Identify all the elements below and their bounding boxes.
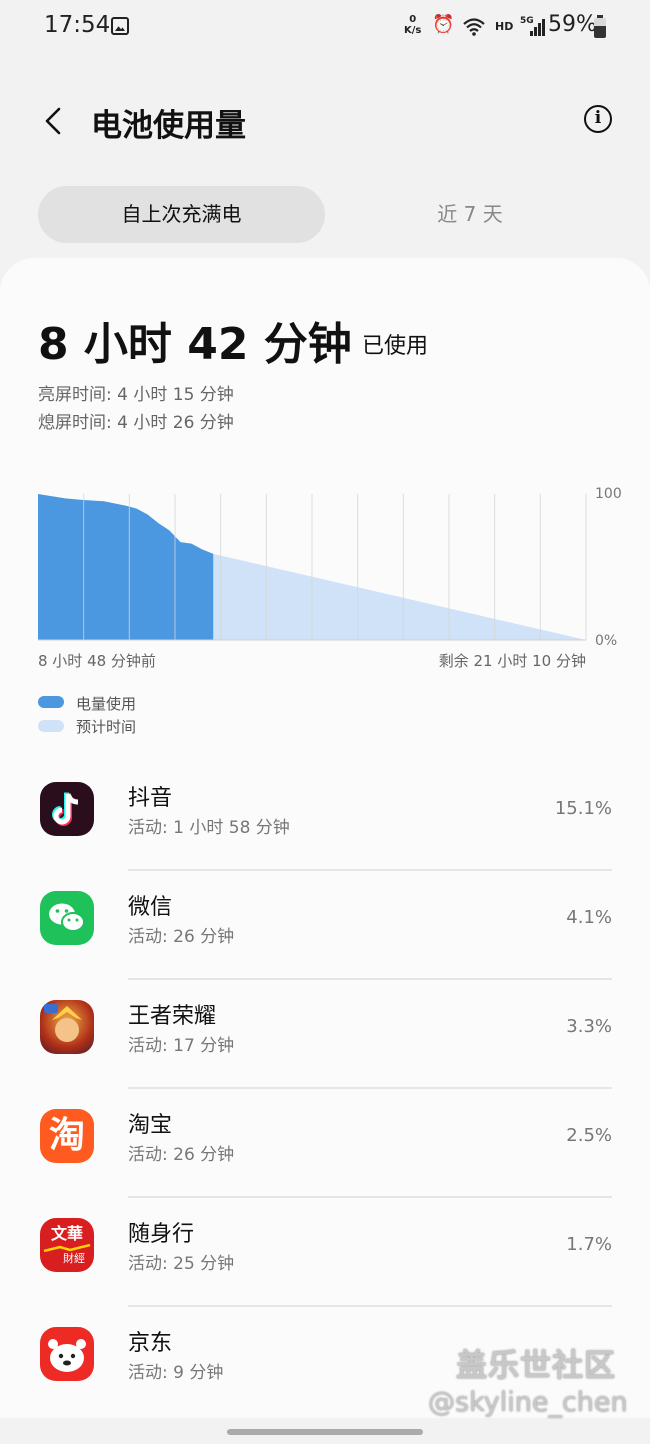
tab-since-full-charge[interactable]: 自上次充满电: [38, 186, 325, 243]
screen-on-time: 亮屏时间: 4 小时 15 分钟: [38, 380, 234, 405]
app-activity: 活动: 1 小时 58 分钟: [128, 818, 290, 838]
hd-voice-indicator: HD: [495, 20, 514, 33]
screen-off-label: 熄屏时间:: [38, 413, 112, 433]
app-row-honor-of-kings[interactable]: 王者荣耀 活动: 17 分钟 3.3%: [0, 980, 650, 1089]
status-time: 17:54: [44, 12, 111, 38]
chart-x-label-start: 8 小时 48 分钟前: [38, 652, 156, 670]
app-name: 微信: [128, 895, 173, 920]
app-row-suishenxing[interactable]: 文華 財經 随身行 活动: 25 分钟 1.7%: [0, 1198, 650, 1307]
tab-last-7-days[interactable]: 近 7 天: [370, 186, 570, 243]
legend-swatch-estimate: [38, 720, 64, 732]
chevron-left-icon: [45, 107, 61, 135]
gallery-notification-icon: [111, 17, 129, 35]
app-percent: 4.1%: [566, 907, 612, 928]
app-percent: 1.7%: [566, 1234, 612, 1255]
screen-off-time: 熄屏时间: 4 小时 26 分钟: [38, 408, 234, 433]
taobao-icon-glyph: 淘: [48, 1115, 85, 1156]
app-name: 随身行: [128, 1222, 195, 1247]
watermark-brand: 盖乐世社区: [456, 1348, 616, 1384]
screen-off-value: 4 小时 26 分钟: [117, 413, 234, 433]
app-activity: 活动: 9 分钟: [128, 1363, 224, 1383]
app-row-wechat[interactable]: 微信 活动: 26 分钟 4.1%: [0, 871, 650, 980]
app-name: 王者荣耀: [128, 1004, 217, 1029]
battery-percent: 59%: [548, 12, 597, 37]
info-button[interactable]: i: [584, 105, 612, 133]
screen-on-value: 4 小时 15 分钟: [117, 385, 234, 405]
chart-y-label-top: 100: [595, 486, 622, 502]
legend-label-estimate: 预计时间: [76, 718, 137, 736]
network-speed: 0 K/s: [404, 14, 421, 36]
used-suffix: 已使用: [362, 334, 429, 359]
wechat-icon: [40, 891, 94, 945]
wenhua-icon: 文華 財經: [40, 1218, 94, 1272]
legend-swatch-usage: [38, 696, 64, 708]
battery-chart: 100 0% 8 小时 48 分钟前 剩余 21 小时 10 分钟: [38, 486, 622, 670]
chart-series-0: [38, 494, 214, 640]
chart-x-label-end: 剩余 21 小时 10 分钟: [439, 652, 586, 670]
gesture-handle[interactable]: [227, 1429, 423, 1435]
app-activity: 活动: 26 分钟: [128, 927, 235, 947]
app-name: 抖音: [128, 786, 173, 811]
app-activity: 活动: 26 分钟: [128, 1145, 235, 1165]
app-name: 淘宝: [128, 1113, 173, 1138]
taobao-icon: 淘: [40, 1109, 94, 1163]
app-row-douyin[interactable]: 抖音 活动: 1 小时 58 分钟 15.1%: [0, 762, 650, 871]
douyin-icon: [40, 782, 94, 836]
info-icon: i: [594, 108, 602, 128]
app-percent: 2.5%: [566, 1125, 612, 1146]
status-bar: 17:54 0 K/s ⏰ HD 5G 59%: [0, 0, 650, 52]
wenhua-icon-bottom: 財經: [63, 1252, 85, 1265]
battery-icon: [594, 15, 606, 38]
jd-icon: [40, 1327, 94, 1381]
app-percent: 15.1%: [554, 798, 612, 819]
chart-series-1: [213, 553, 587, 640]
app-percent: 3.3%: [566, 1016, 612, 1037]
wifi-icon: [463, 18, 485, 36]
watermark-user: @skyline_chen: [428, 1387, 628, 1418]
network-speed-unit: K/s: [404, 25, 422, 36]
honor-of-kings-icon: [40, 1000, 94, 1054]
page-title: 电池使用量: [91, 108, 246, 144]
alarm-icon: ⏰: [432, 14, 455, 35]
chart-y-label-bottom: 0%: [595, 633, 617, 649]
wenhua-icon-top: 文華: [50, 1224, 83, 1243]
app-row-taobao[interactable]: 淘 淘宝 活动: 26 分钟 2.5%: [0, 1089, 650, 1198]
app-activity: 活动: 17 分钟: [128, 1036, 235, 1056]
back-button[interactable]: [40, 106, 70, 136]
app-activity: 活动: 25 分钟: [128, 1254, 235, 1274]
used-time: 8 小时 42 分钟: [38, 319, 352, 370]
network-speed-value: 0: [409, 14, 417, 25]
signal-icon: [530, 18, 546, 36]
app-name: 京东: [128, 1331, 173, 1356]
screen-on-label: 亮屏时间:: [38, 385, 112, 405]
legend-label-usage: 电量使用: [76, 695, 137, 713]
